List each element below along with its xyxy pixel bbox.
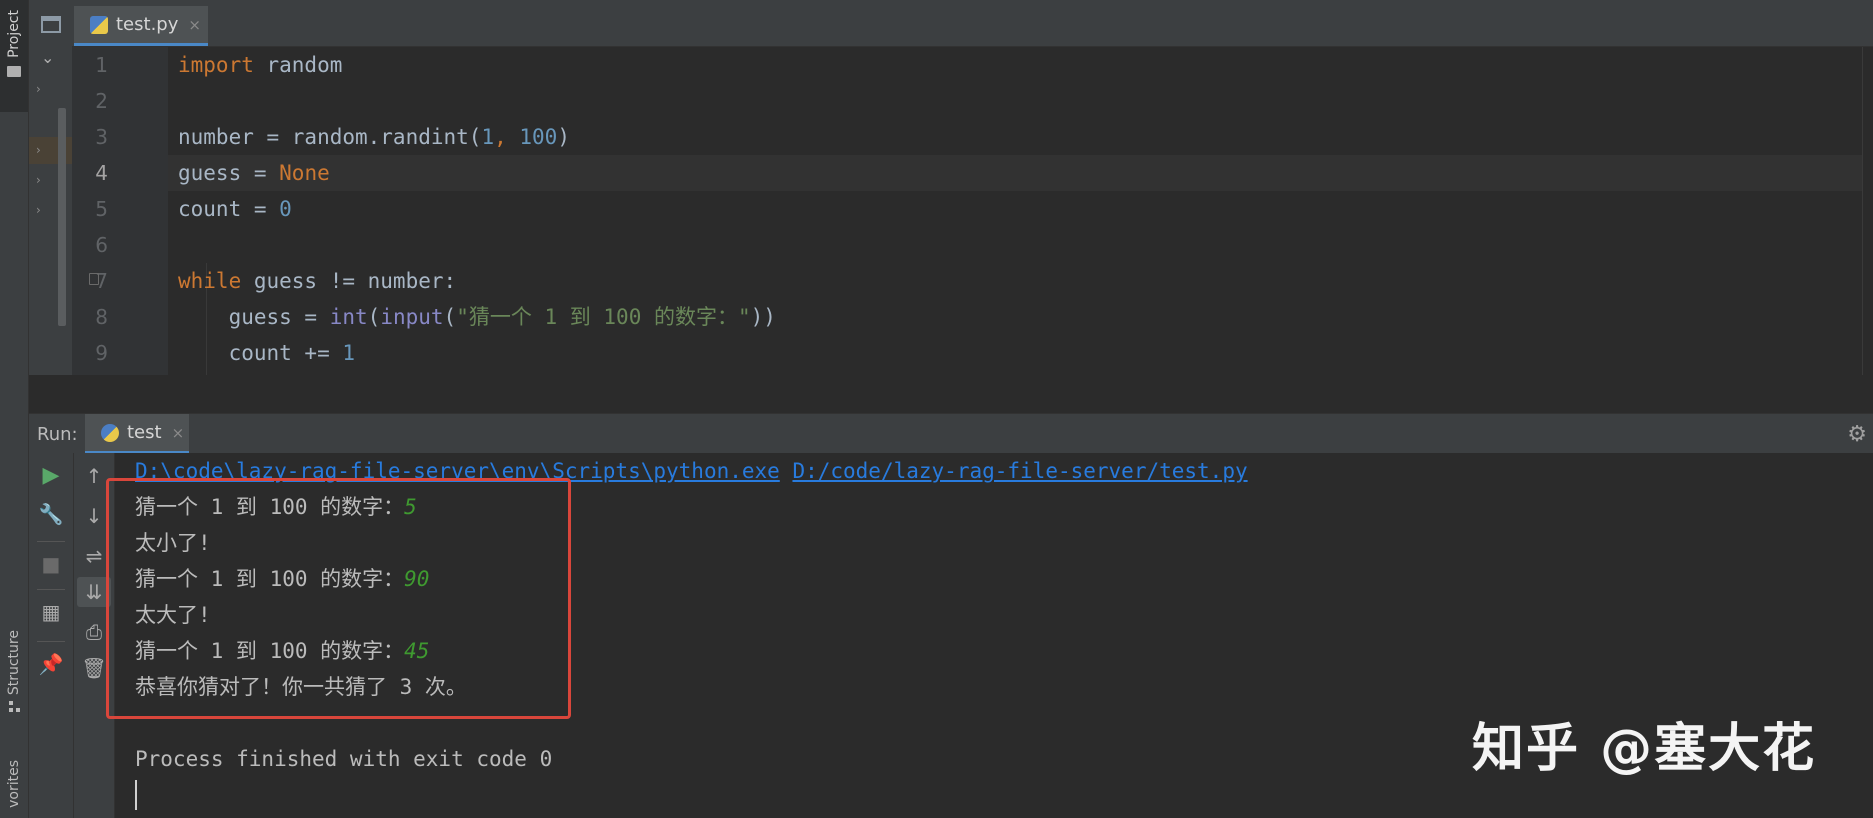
toolbar-divider [37, 641, 65, 642]
project-tool-button[interactable]: Project [0, 0, 28, 112]
structure-tool-button[interactable]: Structure [0, 630, 28, 740]
close-icon[interactable]: × [188, 16, 201, 34]
text-cursor [135, 780, 137, 810]
python-file-icon [90, 15, 108, 34]
code-line-4: guess = None [178, 155, 330, 191]
pin-icon[interactable]: 📌 [31, 649, 71, 679]
project-view-icon[interactable] [41, 16, 61, 33]
code-punct: , [494, 125, 520, 149]
code-editor[interactable]: import random number = random.randint(1,… [168, 47, 1863, 375]
pane-splitter[interactable] [29, 375, 1873, 413]
editor-tab-bar: test.py × [72, 0, 1873, 47]
annotation-highlight-box [106, 478, 571, 719]
favorites-tool-label: vorites [6, 760, 22, 808]
code-number: 100 [519, 125, 558, 149]
line-number: 8 [95, 305, 108, 329]
editor-scrollbar[interactable] [1862, 47, 1873, 375]
layout-icon[interactable]: ▦ [31, 597, 71, 627]
code-line-1: import random [178, 47, 342, 83]
code-line-3: number = random.randint(1, 100) [178, 119, 570, 155]
run-tool-header: Run: test × ⚙ [29, 413, 1873, 454]
structure-tool-label: Structure [6, 630, 22, 696]
line-number: 6 [95, 233, 108, 257]
tree-expand-icon[interactable]: › [36, 173, 41, 187]
code-keyword: while [178, 269, 242, 293]
code-text: ( [443, 305, 457, 329]
run-tab-test[interactable]: test × [85, 414, 189, 454]
toolbar-divider [37, 541, 65, 542]
toolbar-divider [37, 589, 65, 590]
line-number: 4 [95, 161, 108, 185]
code-text: ( [367, 305, 381, 329]
code-line-9: count += 1 [178, 335, 355, 371]
python-icon [101, 423, 119, 442]
run-tab-label: test [127, 422, 162, 443]
line-number: 2 [95, 89, 108, 113]
caret-row-highlight [168, 155, 1863, 191]
tab-label: test.py [116, 14, 179, 35]
project-scrollbar[interactable] [58, 108, 66, 326]
left-tool-stripe: Project Structure vorites [0, 0, 29, 818]
structure-icon [8, 701, 20, 713]
watermark: 知乎 @塞大花 [1472, 719, 1817, 779]
gear-icon[interactable]: ⚙ [1847, 422, 1867, 447]
stop-icon[interactable]: ■ [31, 549, 71, 579]
script-path-link[interactable]: D:/code/lazy-rag-file-server/test.py [792, 459, 1247, 483]
fold-toggle-icon[interactable] [89, 273, 99, 285]
code-keyword: import [178, 53, 254, 77]
wrench-icon[interactable]: 🔧 [31, 499, 71, 529]
code-keyword: None [279, 161, 330, 185]
code-text: guess = [228, 305, 330, 329]
close-icon[interactable]: × [172, 424, 185, 442]
code-number: 0 [279, 197, 292, 221]
folder-icon [7, 65, 21, 77]
code-number: 1 [481, 125, 495, 149]
tree-expand-icon[interactable]: › [36, 82, 41, 96]
line-number: 1 [95, 53, 108, 77]
console-exit-line: Process finished with exit code 0 [135, 747, 553, 771]
code-line-8: guess = int(input("猜一个 1 到 100 的数字：")) [178, 299, 776, 335]
line-number: 5 [95, 197, 108, 221]
code-number: 1 [342, 341, 356, 365]
code-text: guess != number: [241, 269, 457, 293]
code-line-5: count = 0 [178, 191, 292, 227]
code-text: guess = [178, 161, 280, 185]
run-label: Run: [37, 424, 78, 445]
code-text: count = [178, 197, 280, 221]
code-builtin: input [380, 305, 444, 329]
code-builtin: int [329, 305, 368, 329]
chevron-down-icon[interactable]: ⌄ [41, 48, 54, 67]
project-tool-label: Project [6, 10, 22, 58]
code-text: random [253, 53, 343, 77]
code-text: number = random.randint( [178, 125, 482, 149]
tree-expand-icon[interactable]: › [36, 143, 41, 157]
rerun-icon[interactable]: ▶ [31, 461, 71, 491]
code-text: count += [228, 341, 343, 365]
code-text: )) [750, 305, 776, 329]
code-line-7: while guess != number: [178, 263, 456, 299]
tab-test-py[interactable]: test.py × [74, 6, 208, 46]
run-toolbar-primary: ▶ 🔧 ■ ▦ 📌 [29, 453, 74, 818]
tree-expand-icon[interactable]: › [36, 203, 41, 217]
code-text: ) [557, 125, 570, 149]
line-number-gutter: 1 2 3 4 5 6 7 8 9 [72, 47, 168, 375]
line-number: 3 [95, 125, 108, 149]
line-number: 9 [95, 341, 108, 365]
favorites-tool-button[interactable]: vorites [0, 760, 28, 818]
code-string: "猜一个 1 到 100 的数字：" [456, 305, 751, 329]
